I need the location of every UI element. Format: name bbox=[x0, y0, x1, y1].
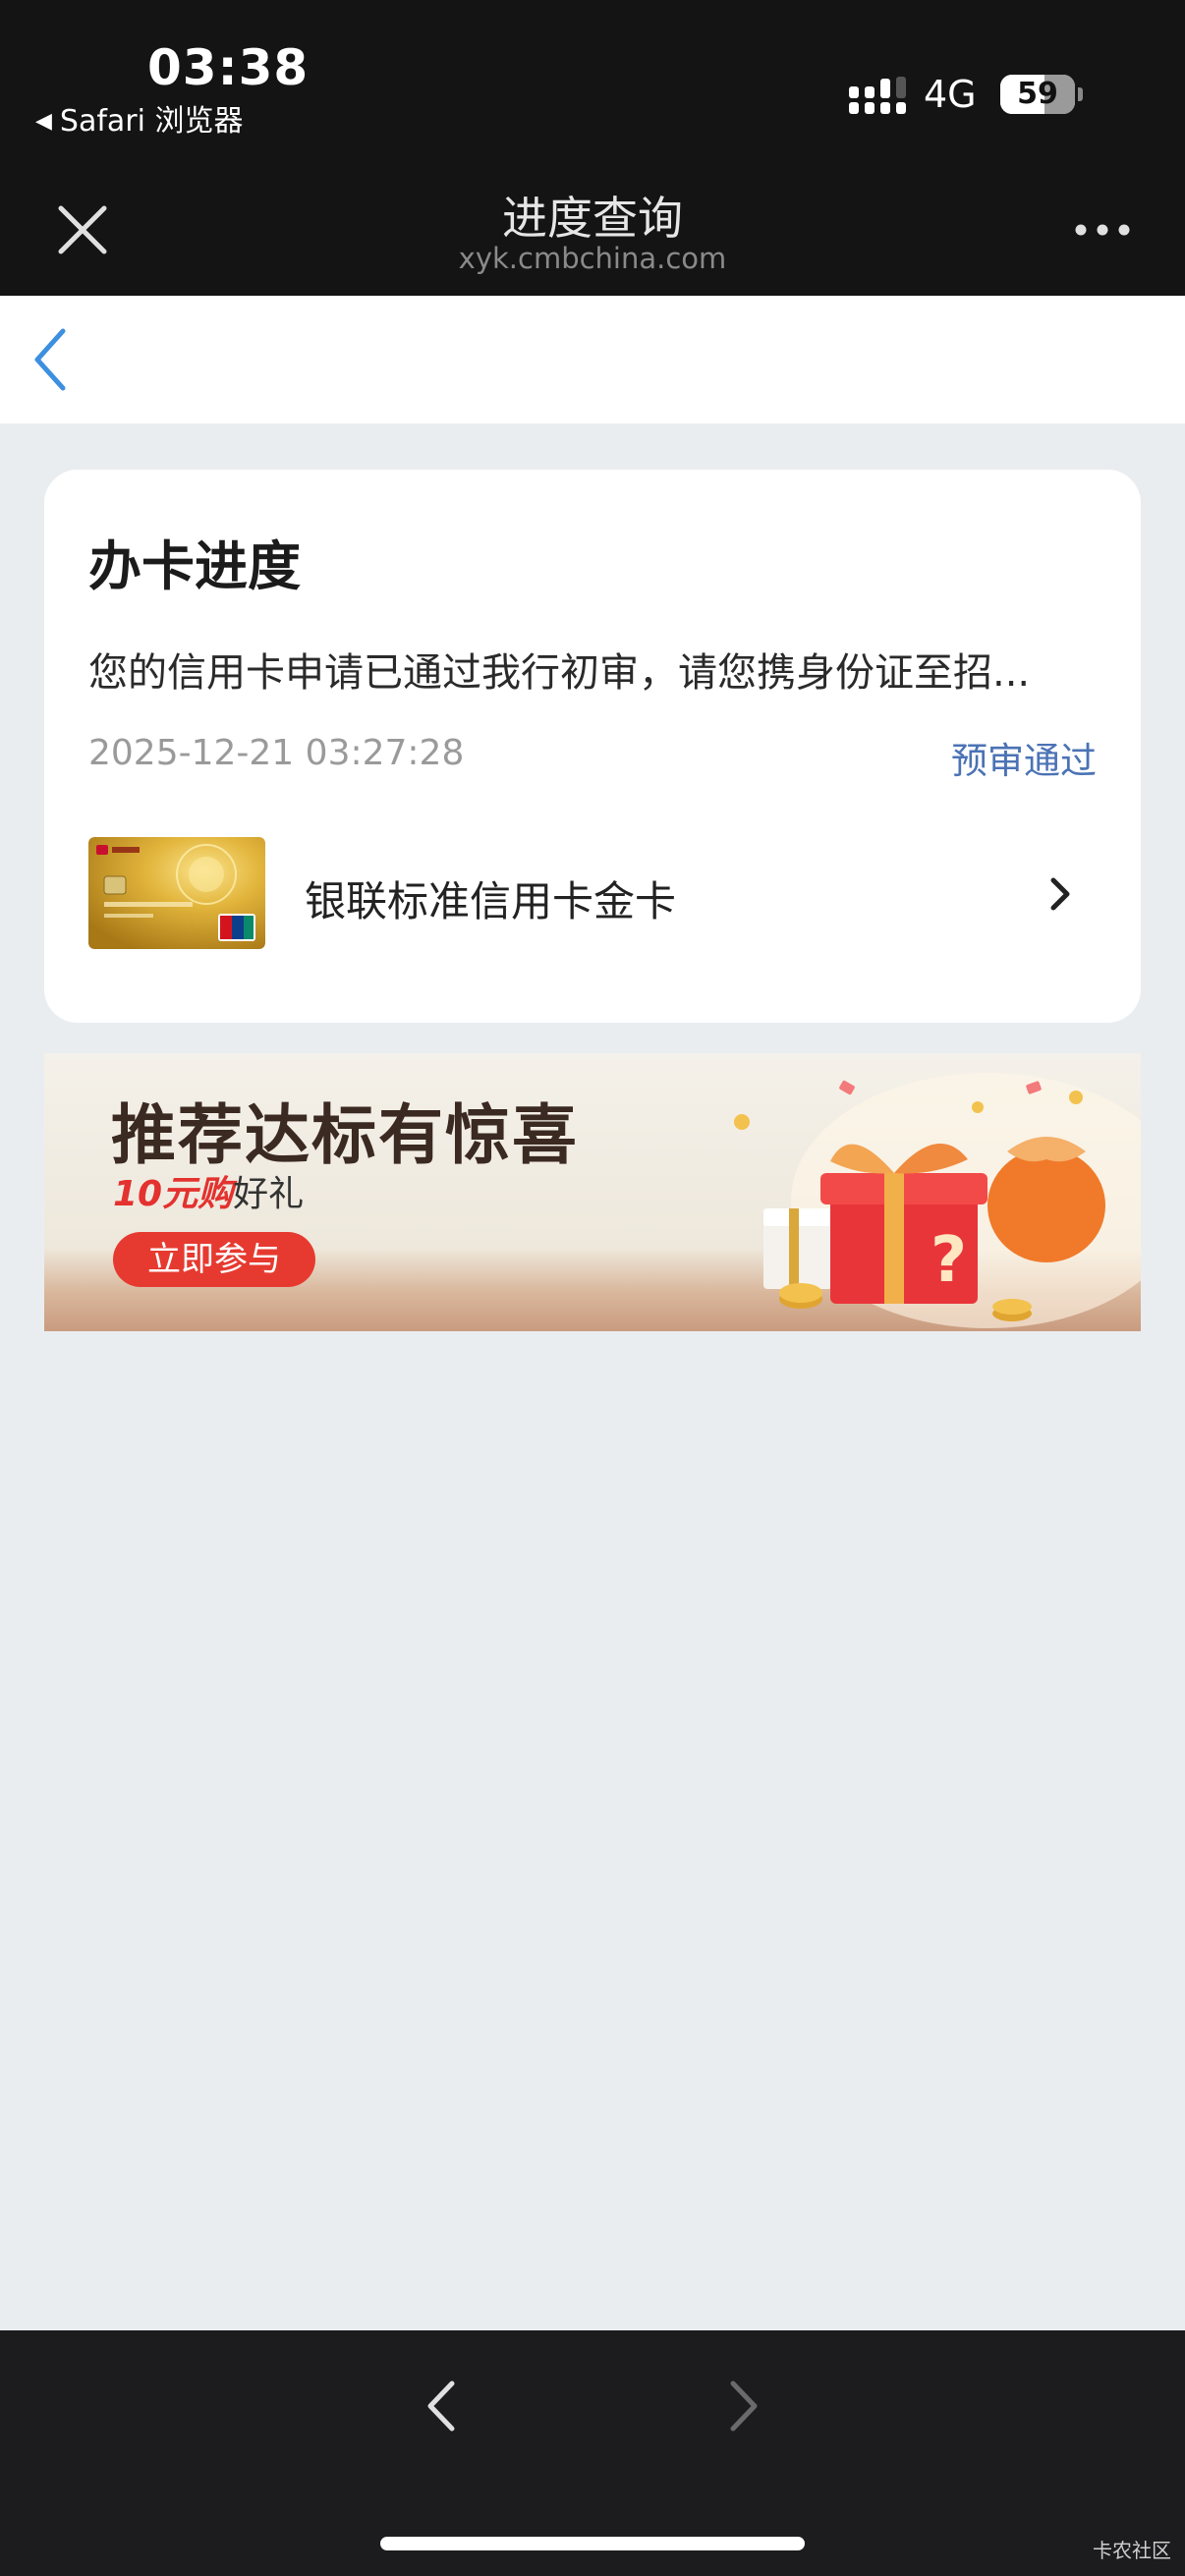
network-type: 4G bbox=[924, 73, 977, 116]
card-title: 办卡进度 bbox=[88, 535, 301, 597]
banner-title: 推荐达标有惊喜 bbox=[111, 1096, 579, 1173]
back-triangle-icon: ◀ bbox=[35, 109, 52, 134]
svg-text:?: ? bbox=[931, 1224, 967, 1297]
battery-icon: 59 bbox=[1000, 75, 1075, 114]
browser-back-icon[interactable] bbox=[423, 2378, 462, 2435]
sub-header bbox=[0, 296, 1185, 423]
back-to-app-link[interactable]: ◀ Safari 浏览器 bbox=[35, 96, 244, 140]
banner-subtitle-rest: 好礼 bbox=[233, 1174, 305, 1214]
status-time: 03:38 bbox=[147, 39, 310, 96]
battery-tip bbox=[1078, 87, 1083, 101]
back-app-label: Safari 浏览器 bbox=[59, 104, 244, 139]
promo-banner[interactable]: 推荐达标有惊喜 10元购好礼 立即参与 ? bbox=[44, 1053, 1141, 1331]
browser-forward-icon[interactable] bbox=[723, 2378, 762, 2435]
battery-level: 59 bbox=[1017, 77, 1058, 111]
banner-subtitle: 10元购好礼 bbox=[113, 1165, 304, 1216]
status-badge: 预审通过 bbox=[951, 740, 1097, 782]
page-url: xyk.cmbchina.com bbox=[458, 242, 727, 275]
watermark: 卡农社区 bbox=[1093, 2539, 1171, 2562]
more-icon[interactable] bbox=[1073, 218, 1132, 242]
join-now-button[interactable]: 立即参与 bbox=[113, 1232, 315, 1287]
credit-card-image bbox=[88, 837, 265, 949]
banner-subtitle-highlight: 10元购 bbox=[113, 1174, 234, 1214]
back-arrow-icon[interactable] bbox=[31, 327, 71, 392]
signal-icon bbox=[849, 77, 906, 114]
card-product-name: 银联标准信用卡金卡 bbox=[305, 877, 677, 925]
page: 03:38 ◀ Safari 浏览器 4G 59 进度查询 xyk.cmbchin… bbox=[0, 0, 1185, 2576]
chevron-right-icon bbox=[1050, 877, 1070, 911]
gift-box-icon: ? bbox=[734, 1073, 1141, 1328]
page-title: 进度查询 bbox=[502, 192, 683, 245]
progress-datetime: 2025-12-21 03:27:28 bbox=[88, 733, 465, 773]
home-indicator[interactable] bbox=[380, 2537, 805, 2550]
card-product-row[interactable]: 银联标准信用卡金卡 bbox=[88, 837, 1097, 949]
progress-message: 您的信用卡申请已通过我行初审，请您携身份证至招... bbox=[88, 650, 1031, 696]
